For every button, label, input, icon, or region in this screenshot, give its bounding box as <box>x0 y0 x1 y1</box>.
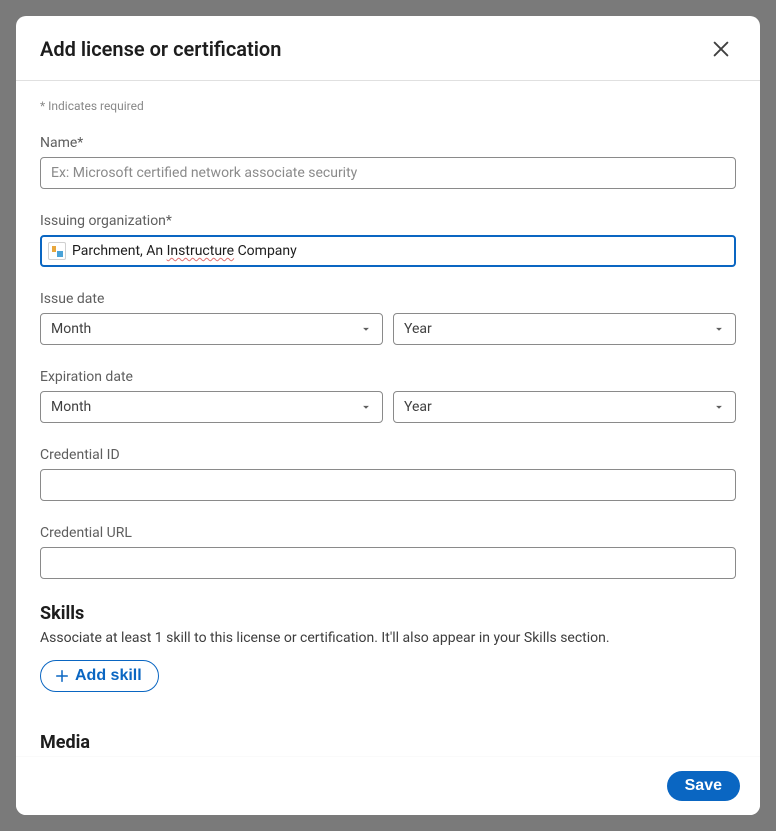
name-input[interactable] <box>40 157 736 189</box>
add-skill-button[interactable]: Add skill <box>40 660 159 692</box>
credential-url-input[interactable] <box>40 547 736 579</box>
media-title: Media <box>40 732 736 753</box>
close-button[interactable] <box>706 34 736 64</box>
field-expiration-date: Expiration date Month Year <box>40 369 736 423</box>
field-issue-date: Issue date Month Year <box>40 291 736 345</box>
field-issuing-org: Issuing organization* Parchment, An Inst… <box>40 213 736 267</box>
expiration-month-select[interactable]: Month <box>40 391 383 423</box>
name-label: Name* <box>40 135 736 151</box>
media-section: Media <box>40 732 736 753</box>
field-credential-id: Credential ID <box>40 447 736 501</box>
skills-section: Skills Associate at least 1 skill to thi… <box>40 603 736 692</box>
modal-title: Add license or certification <box>40 37 281 61</box>
org-label: Issuing organization* <box>40 213 736 229</box>
field-name: Name* <box>40 135 736 189</box>
issue-year-select[interactable]: Year <box>393 313 736 345</box>
org-input[interactable]: Parchment, An Instructure Company <box>40 235 736 267</box>
skills-title: Skills <box>40 603 736 624</box>
add-certification-modal: Add license or certification * Indicates… <box>16 16 760 815</box>
credential-url-label: Credential URL <box>40 525 736 541</box>
expiration-date-label: Expiration date <box>40 369 736 385</box>
org-input-value: Parchment, An Instructure Company <box>72 243 297 259</box>
credential-id-label: Credential ID <box>40 447 736 463</box>
modal-footer: Save <box>16 756 760 815</box>
modal-header: Add license or certification <box>16 16 760 81</box>
org-logo-icon <box>48 242 66 260</box>
plus-icon <box>53 667 71 685</box>
credential-id-input[interactable] <box>40 469 736 501</box>
expiration-year-select[interactable]: Year <box>393 391 736 423</box>
add-skill-label: Add skill <box>75 667 142 685</box>
issue-date-label: Issue date <box>40 291 736 307</box>
field-credential-url: Credential URL <box>40 525 736 579</box>
save-button[interactable]: Save <box>667 771 740 801</box>
close-icon <box>710 38 732 60</box>
skills-desc: Associate at least 1 skill to this licen… <box>40 630 736 646</box>
issue-month-select[interactable]: Month <box>40 313 383 345</box>
modal-body[interactable]: * Indicates required Name* Issuing organ… <box>16 81 760 756</box>
required-note: * Indicates required <box>40 99 736 113</box>
